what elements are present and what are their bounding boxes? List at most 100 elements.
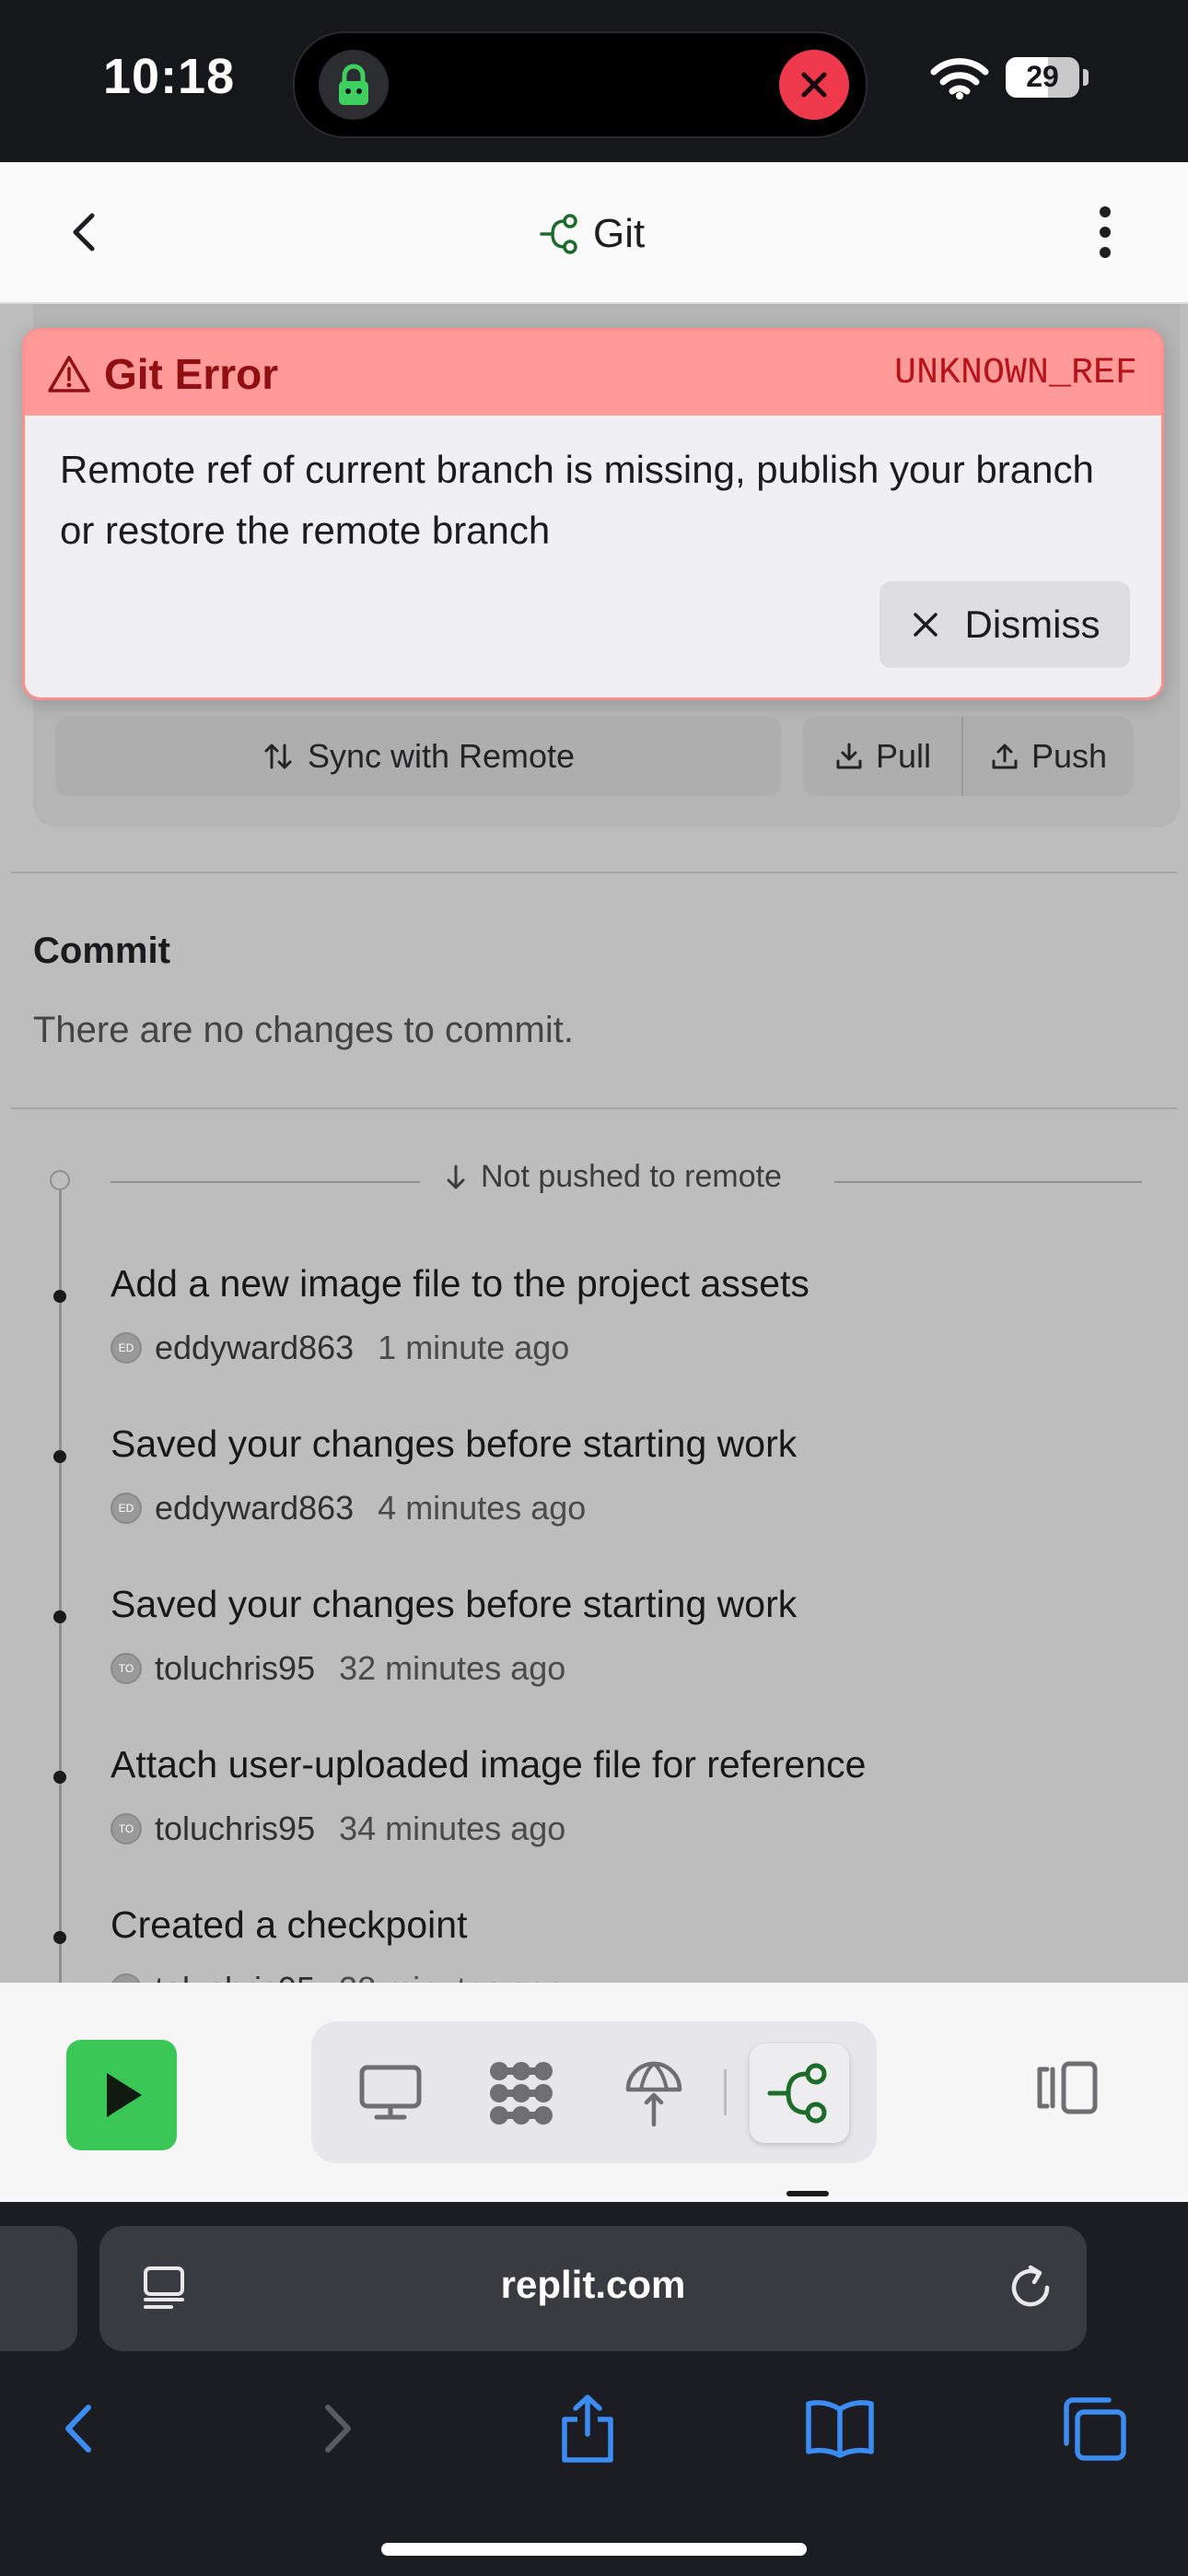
timeline-head-dot: [50, 1170, 70, 1190]
commit-dot: [53, 1610, 66, 1623]
close-icon: [913, 613, 938, 637]
play-icon: [107, 2073, 142, 2117]
avatar: TO: [111, 1973, 142, 1983]
commit-message: Add a new image file to the project asse…: [111, 1262, 809, 1305]
address-bar[interactable]: replit.com: [99, 2226, 1087, 2351]
error-title: Git Error: [47, 349, 278, 399]
workspace-tool-button[interactable]: [472, 2043, 571, 2143]
commit-author: toluchris95: [155, 1809, 316, 1847]
status-time: 10:18: [103, 49, 236, 104]
error-code: UNKNOWN_REF: [893, 353, 1137, 394]
error-header: Git Error UNKNOWN_REF: [25, 331, 1161, 416]
error-title-text: Git Error: [104, 350, 279, 398]
avatar: TO: [111, 1653, 142, 1684]
commit-item[interactable]: Saved your changes before starting work …: [0, 1583, 1188, 1743]
commit-dot: [53, 1450, 66, 1463]
battery-percentage: 29: [1026, 60, 1059, 93]
commit-time: 32 minutes ago: [339, 1649, 566, 1687]
commit-item[interactable]: Attach user-uploaded image file for refe…: [0, 1743, 1188, 1903]
url-text: replit.com: [500, 2263, 686, 2306]
commit-item[interactable]: Created a checkpoint TO toluchris95 38 m…: [0, 1903, 1188, 1983]
dismiss-button[interactable]: Dismiss: [879, 581, 1130, 668]
commit-dot: [53, 1931, 66, 1944]
push-button[interactable]: Push: [963, 717, 1133, 796]
commit-meta: TO toluchris95 34 minutes ago: [111, 1809, 565, 1848]
commit-author: toluchris95: [155, 1649, 316, 1687]
page-title-text: Git: [593, 211, 646, 256]
share-icon: [562, 2395, 613, 2463]
pull-push-group: Pull Push: [803, 717, 1133, 796]
reload-icon: [1011, 2265, 1050, 2307]
commit-author: eddyward863: [155, 1489, 355, 1527]
avatar: ED: [111, 1493, 142, 1524]
tabs-icon: [1064, 2397, 1126, 2461]
share-button[interactable]: [532, 2373, 643, 2484]
app-header: Git: [0, 162, 1188, 304]
commit-message: Attach user-uploaded image file for refe…: [111, 1743, 867, 1786]
commit-message: Saved your changes before starting work: [111, 1423, 798, 1465]
git-tool-button[interactable]: [750, 2043, 849, 2143]
status-bar: 10:18 29: [0, 0, 1188, 162]
arrow-down-icon: [447, 1165, 465, 1188]
battery-tip: [1083, 69, 1089, 86]
browser-back-button[interactable]: [24, 2373, 134, 2484]
pull-button[interactable]: Pull: [803, 717, 961, 796]
browser-chrome: replit.com: [0, 2202, 1188, 2576]
commit-meta: ED eddyward863 4 minutes ago: [111, 1489, 586, 1528]
commit-meta: ED eddyward863 1 minute ago: [111, 1329, 569, 1367]
tabs-button[interactable]: [1039, 2373, 1149, 2484]
section-divider: [11, 1107, 1177, 1109]
no-changes-message: There are no changes to commit.: [33, 1010, 574, 1050]
sync-with-remote-button[interactable]: Sync with Remote: [55, 717, 781, 796]
commit-item[interactable]: Saved your changes before starting work …: [0, 1423, 1188, 1583]
sync-label: Sync with Remote: [307, 737, 576, 775]
more-vertical-icon: [1100, 206, 1111, 258]
git-error-toast: Git Error UNKNOWN_REF Remote ref of curr…: [22, 328, 1164, 700]
deploy-tool-button[interactable]: [604, 2043, 704, 2143]
vpn-lock-icon: [319, 50, 389, 120]
commit-dot: [53, 1290, 66, 1303]
commit-dot: [53, 1771, 66, 1784]
commit-author: toluchris95: [155, 1970, 315, 1983]
dynamic-island: [293, 31, 868, 138]
previous-tab-peek[interactable]: [0, 2226, 77, 2351]
panel-toggle-icon: [1037, 2061, 1098, 2114]
dismiss-label: Dismiss: [964, 603, 1101, 646]
tool-switcher: [311, 2021, 877, 2163]
run-button[interactable]: [66, 2040, 177, 2150]
more-options-button[interactable]: [1077, 199, 1133, 265]
app-toolbar: [0, 1983, 1188, 2202]
sync-arrows-icon: [264, 744, 292, 769]
back-button[interactable]: [55, 203, 114, 262]
upload-icon: [992, 744, 1018, 769]
not-pushed-rule-left: [111, 1181, 420, 1183]
download-icon: [836, 743, 862, 769]
workspace-apps-icon: [490, 2062, 553, 2125]
active-tool-indicator: [786, 2191, 829, 2196]
panel-toggle-button[interactable]: [1017, 2038, 1116, 2137]
browser-forward-button[interactable]: [282, 2373, 392, 2484]
bookmarks-icon: [806, 2400, 874, 2458]
wifi-icon: [930, 57, 989, 104]
avatar: TO: [111, 1813, 142, 1844]
webview-tool-button[interactable]: [341, 2043, 440, 2143]
pull-label: Pull: [875, 737, 932, 775]
home-indicator: [381, 2543, 807, 2556]
commit-meta: TO toluchris95 38 minutes ago: [111, 1970, 565, 1983]
git-branch-icon: [767, 2063, 827, 2124]
commit-time: 38 minutes ago: [339, 1970, 565, 1983]
commit-author: eddyward863: [155, 1329, 355, 1366]
close-icon[interactable]: [779, 50, 849, 120]
back-arrow-icon: [65, 2405, 91, 2453]
tool-separator: [724, 2069, 727, 2115]
commit-item[interactable]: Add a new image file to the project asse…: [0, 1262, 1188, 1423]
commit-section-title: Commit: [33, 931, 170, 971]
commit-meta: TO toluchris95 32 minutes ago: [111, 1649, 565, 1688]
page-title: Git: [538, 206, 645, 262]
commit-time: 4 minutes ago: [378, 1489, 587, 1527]
chevron-left-icon: [73, 213, 95, 252]
bookmarks-button[interactable]: [785, 2373, 895, 2484]
warning-icon: [48, 356, 90, 392]
reload-button[interactable]: [1000, 2257, 1061, 2318]
not-pushed-rule-right: [834, 1181, 1142, 1183]
